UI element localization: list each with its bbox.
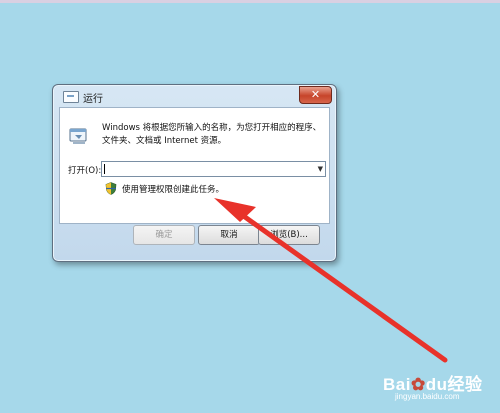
- annotation-arrow: [214, 198, 448, 363]
- watermark-url: jingyan.baidu.com: [395, 392, 460, 401]
